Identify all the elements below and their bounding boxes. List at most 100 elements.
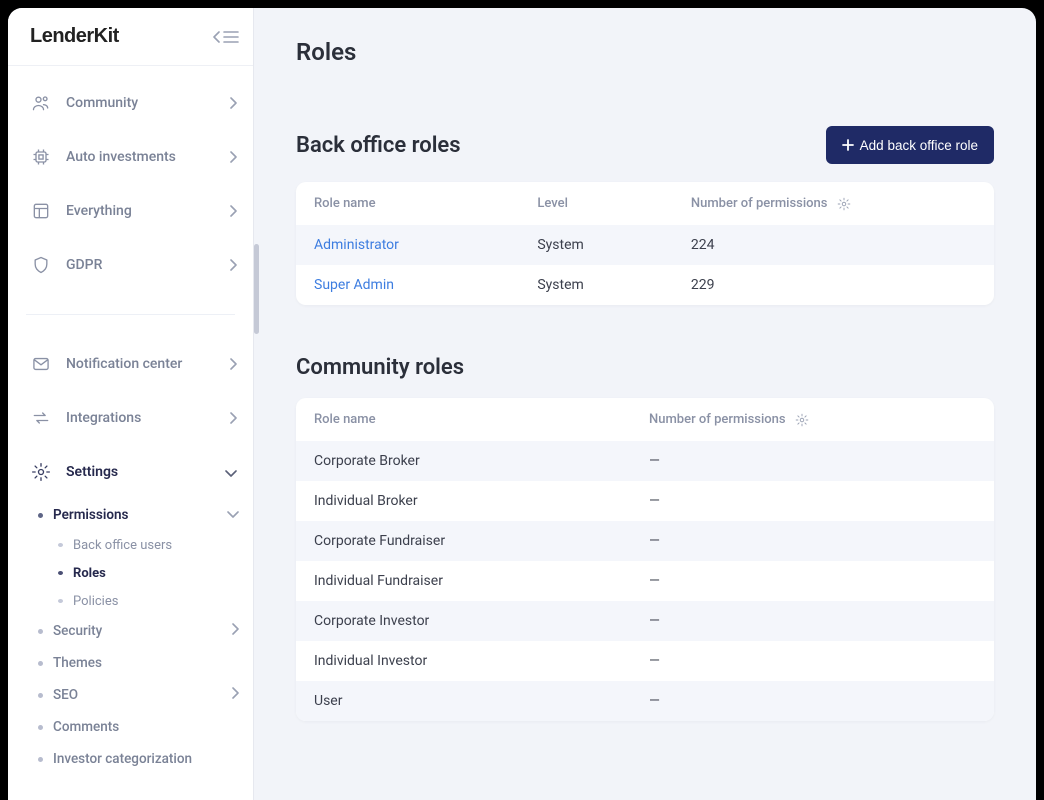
table-row[interactable]: Individual Fundraiser— — [296, 561, 994, 601]
sidebar-item-notification-center[interactable]: Notification center — [8, 337, 253, 391]
permissions-sub-roles[interactable]: Roles — [58, 559, 239, 587]
table-row[interactable]: Administrator System 224 — [296, 225, 994, 265]
users-icon — [30, 92, 52, 114]
chevron-right-icon — [229, 94, 237, 113]
section-back-office-roles: Back office roles Add back office role R… — [296, 126, 994, 305]
bullet-icon — [58, 543, 63, 547]
brand-logo: LenderKit — [30, 25, 119, 48]
table-row[interactable]: Individual Broker— — [296, 481, 994, 521]
cell-role-name: Individual Fundraiser — [296, 561, 631, 601]
shield-icon — [30, 254, 52, 276]
sidebar-collapse-button[interactable] — [213, 31, 239, 43]
cell-level: System — [519, 265, 673, 305]
layout-icon — [30, 200, 52, 222]
chevron-right-icon — [229, 202, 237, 221]
cell-perm-count: — — [631, 601, 994, 641]
bullet-icon — [38, 725, 43, 730]
sub-item-label: Themes — [53, 655, 102, 671]
bullet-icon — [58, 571, 63, 575]
sub-item-label: Permissions — [53, 507, 128, 523]
main-content: Roles Back office roles Add back office … — [254, 8, 1036, 800]
chevron-right-icon — [229, 409, 237, 428]
settings-sub-seo[interactable]: SEO — [38, 679, 239, 711]
section-title: Community roles — [296, 355, 464, 380]
cell-role-name: User — [296, 681, 631, 721]
plus-icon — [842, 139, 854, 151]
nav-list: Community Auto investments Everything — [8, 66, 253, 800]
bullet-icon — [38, 693, 43, 698]
column-header[interactable]: Role name — [296, 182, 519, 225]
sidebar-item-label: Integrations — [66, 410, 229, 426]
column-header[interactable]: Role name — [296, 398, 631, 441]
sub-item-label: Comments — [53, 719, 119, 735]
column-header[interactable]: Number of permissions — [631, 398, 994, 441]
button-label: Add back office role — [860, 138, 978, 153]
table-row[interactable]: Corporate Investor— — [296, 601, 994, 641]
cell-role-name: Individual Investor — [296, 641, 631, 681]
bullet-icon — [58, 599, 63, 603]
sidebar-item-auto-investments[interactable]: Auto investments — [8, 130, 253, 184]
chevron-right-icon — [229, 256, 237, 275]
sub-item-label: Roles — [73, 566, 106, 581]
add-back-office-role-button[interactable]: Add back office role — [826, 126, 994, 164]
sub-item-label: Security — [53, 623, 102, 639]
sidebar-item-label: GDPR — [66, 257, 229, 273]
role-name-link[interactable]: Super Admin — [314, 277, 394, 293]
cell-role-name: Individual Broker — [296, 481, 631, 521]
table-row[interactable]: Individual Investor— — [296, 641, 994, 681]
cell-perm-count: — — [631, 641, 994, 681]
sub-item-label: Back office users — [73, 538, 172, 553]
sidebar-item-label: Settings — [66, 464, 225, 480]
section-community-roles: Community roles Role name Number of perm… — [296, 355, 994, 721]
permissions-sub-policies[interactable]: Policies — [58, 587, 239, 615]
divider — [26, 314, 235, 315]
settings-sub-security[interactable]: Security — [38, 615, 239, 647]
mail-icon — [30, 353, 52, 375]
column-header[interactable]: Number of permissions — [673, 182, 994, 225]
chevron-right-icon — [231, 623, 239, 639]
cell-perm-count: — — [631, 521, 994, 561]
cell-level: System — [519, 225, 673, 265]
chevron-right-icon — [231, 687, 239, 703]
gear-icon[interactable] — [837, 197, 851, 211]
sidebar-item-community[interactable]: Community — [8, 76, 253, 130]
sidebar-item-integrations[interactable]: Integrations — [8, 391, 253, 445]
sub-item-label: SEO — [53, 687, 78, 703]
settings-sub-investor-categorization[interactable]: Investor categorization — [38, 743, 239, 775]
table-row[interactable]: User— — [296, 681, 994, 721]
cell-perm-count: — — [631, 681, 994, 721]
cell-perm-count: 229 — [673, 265, 994, 305]
cell-perm-count: 224 — [673, 225, 994, 265]
cell-role-name: Corporate Investor — [296, 601, 631, 641]
sync-icon — [30, 407, 52, 429]
settings-sub-comments[interactable]: Comments — [38, 711, 239, 743]
gear-icon[interactable] — [795, 413, 809, 427]
cell-perm-count: — — [631, 441, 994, 481]
sidebar-item-settings[interactable]: Settings — [8, 445, 253, 499]
cell-role-name: Corporate Fundraiser — [296, 521, 631, 561]
bullet-icon — [38, 661, 43, 666]
community-roles-table: Role name Number of permissions Corporat… — [296, 398, 994, 721]
sidebar-item-gdpr[interactable]: GDPR — [8, 238, 253, 292]
table-row[interactable]: Corporate Broker— — [296, 441, 994, 481]
bullet-icon — [38, 513, 43, 518]
cell-role-name: Corporate Broker — [296, 441, 631, 481]
sidebar-item-label: Auto investments — [66, 149, 229, 165]
sidebar-item-label: Notification center — [66, 356, 229, 372]
permissions-sub-back-office-users[interactable]: Back office users — [58, 531, 239, 559]
sidebar-item-everything[interactable]: Everything — [8, 184, 253, 238]
brand-bar: LenderKit — [8, 8, 253, 66]
settings-sub-permissions[interactable]: Permissions — [38, 499, 239, 531]
settings-sub-themes[interactable]: Themes — [38, 647, 239, 679]
gear-icon — [30, 461, 52, 483]
table-row[interactable]: Super Admin System 229 — [296, 265, 994, 305]
chevron-left-icon — [213, 31, 221, 43]
column-header[interactable]: Level — [519, 182, 673, 225]
sidebar: LenderKit Community Auto investm — [8, 8, 254, 800]
table-row[interactable]: Corporate Fundraiser— — [296, 521, 994, 561]
chip-icon — [30, 146, 52, 168]
role-name-link[interactable]: Administrator — [314, 237, 399, 253]
chevron-down-icon — [225, 463, 237, 482]
sub-item-label: Policies — [73, 594, 118, 609]
page-title: Roles — [296, 38, 994, 66]
